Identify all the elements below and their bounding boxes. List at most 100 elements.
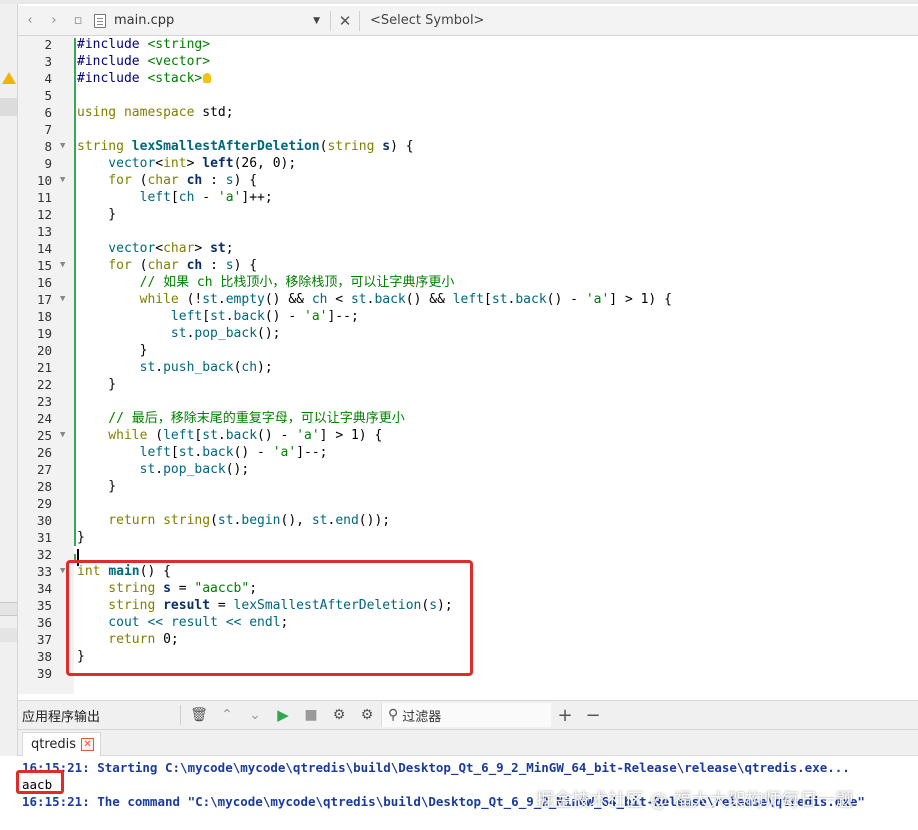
fold-toggle-icon[interactable]: ▼ (60, 291, 65, 308)
fold-toggle-icon[interactable]: ▼ (60, 172, 65, 189)
line-number: 21 (36, 360, 52, 375)
code-line[interactable]: 10 ▼ for (char ch : s) { (18, 172, 918, 189)
code-line[interactable]: 22 } (18, 376, 918, 393)
code-token: left (139, 445, 171, 460)
code-token: [ (170, 445, 179, 460)
code-token: char (163, 241, 195, 256)
code-token: () - (233, 445, 273, 460)
code-token: ch (186, 173, 203, 188)
open-file-selector[interactable]: main.cpp ▼ (90, 9, 326, 33)
splitter-handle[interactable] (0, 602, 17, 616)
code-token: ) { (233, 173, 258, 188)
line-number: 35 (36, 598, 52, 613)
run-play-icon[interactable]: ▶ (269, 702, 297, 728)
code-text: st.push_back(ch); (77, 359, 273, 376)
lightbulb-icon[interactable] (203, 73, 212, 83)
code-token: st (170, 326, 187, 341)
code-line[interactable]: 27 st.pop_back(); (18, 461, 918, 478)
code-token: [ (170, 190, 179, 205)
close-tab-icon[interactable]: ✕ (81, 738, 95, 751)
fold-toggle-icon[interactable]: ▼ (60, 257, 65, 274)
code-line[interactable]: 31} (18, 529, 918, 546)
code-token: push_back (163, 360, 234, 375)
lock-icon[interactable]: ▫ (66, 9, 90, 33)
forward-arrow-icon[interactable]: › (42, 9, 66, 33)
code-line[interactable]: 15 ▼ for (char ch : s) { (18, 257, 918, 274)
code-line[interactable]: 30 return string(st.begin(), st.end()); (18, 512, 918, 529)
mode-marker[interactable] (0, 98, 17, 116)
line-number: 7 (44, 122, 52, 137)
code-token: s (225, 173, 234, 188)
chevron-down-icon[interactable]: ⌄ (241, 702, 269, 728)
fold-toggle-icon[interactable]: ▼ (60, 563, 65, 580)
fold-toggle-icon[interactable]: ▼ (60, 427, 65, 444)
code-line[interactable]: 7 (18, 121, 918, 138)
code-line[interactable]: 19 st.pop_back(); (18, 325, 918, 342)
line-number: 38 (36, 649, 52, 664)
tab-label: qtredis (31, 737, 77, 752)
code-text: return string(st.begin(), st.end()); (77, 512, 390, 529)
code-line[interactable]: 14 vector<char> st; (18, 240, 918, 257)
code-token: [ (484, 292, 492, 307)
search-icon: ⚲ (388, 707, 399, 723)
code-line[interactable]: 3 #include <vector> (18, 53, 918, 70)
code-text: using namespace std; (77, 104, 234, 121)
fold-toggle-icon[interactable]: ▼ (60, 138, 65, 155)
code-token: left (452, 292, 485, 307)
zoom-out-icon[interactable]: − (579, 705, 607, 726)
code-token: empty (225, 292, 265, 307)
code-line[interactable]: 29 (18, 495, 918, 512)
code-token: string (327, 139, 383, 154)
annotation-box-main (66, 560, 473, 676)
code-line[interactable]: 20 } (18, 342, 918, 359)
code-line[interactable]: 4 #include <stack> (2, 70, 918, 87)
code-line[interactable]: 23 (18, 393, 918, 410)
filter-input[interactable]: ⚲ 过滤器 (381, 703, 551, 727)
code-token: ] > 1) { (609, 292, 672, 307)
code-line[interactable]: 12 } (18, 206, 918, 223)
line-number: 17 (36, 292, 52, 307)
line-number: 39 (36, 666, 52, 681)
line-number: 28 (36, 479, 52, 494)
code-line[interactable]: 16 // 如果 ch 比栈顶小，移除栈顶，可以让字典序更小 (18, 274, 918, 291)
chevron-down-icon[interactable]: ▼ (313, 16, 320, 26)
code-line[interactable]: 8 ▼ string lexSmallestAfterDeletion(string… (18, 138, 918, 155)
code-token: ) { (390, 139, 414, 154)
gear-icon[interactable]: ⚙ (353, 702, 381, 728)
code-line[interactable]: 6 using namespace std; (18, 104, 918, 121)
code-token: < (327, 292, 351, 307)
code-token: : (202, 173, 226, 188)
code-line[interactable]: 18 left[st.back() - 'a']--; (18, 308, 918, 325)
clear-trash-icon[interactable]: 🗑 (185, 702, 213, 728)
code-line[interactable]: 9 vector<int> left(26, 0); (18, 155, 918, 172)
warning-icon[interactable] (2, 72, 16, 84)
attach-debugger-icon[interactable]: ⚙ (325, 702, 353, 728)
code-line[interactable]: 2 #include <string> (18, 36, 918, 53)
code-token: } (77, 207, 117, 222)
code-line[interactable]: 25 ▼ while (left[st.back() - 'a'] > 1) { (18, 427, 918, 444)
stop-icon[interactable]: ■ (297, 702, 325, 728)
code-text: } (77, 206, 116, 223)
chevron-up-icon[interactable]: ⌃ (213, 702, 241, 728)
code-line[interactable]: 26 left[st.back() - 'a']--; (18, 444, 918, 461)
zoom-in-icon[interactable]: + (551, 705, 579, 726)
code-line[interactable]: 11 left[ch - 'a']++; (18, 189, 918, 206)
code-line[interactable]: 28 } (18, 478, 918, 495)
code-line[interactable]: 21 st.push_back(ch); (18, 359, 918, 376)
code-line[interactable]: 13 (18, 223, 918, 240)
code-line[interactable]: 24 // 最后，移除末尾的重复字母，可以让字典序更小 (18, 410, 918, 427)
back-arrow-icon[interactable]: ‹ (18, 9, 42, 33)
mode-marker-lower[interactable] (0, 628, 17, 642)
code-line[interactable]: 17 ▼ while (!st.empty() && ch < st.back()… (18, 291, 918, 308)
line-number: 24 (36, 411, 52, 426)
code-text: string lexSmallestAfterDeletion(string s… (77, 138, 414, 155)
tab-qtredis[interactable]: qtredis ✕ (22, 732, 102, 756)
close-file-icon[interactable]: ✕ (335, 12, 355, 30)
output-panel-header: 应用程序输出 🗑 ⌃ ⌄ ▶ ■ ⚙ ⚙ ⚲ 过滤器 + − (18, 700, 918, 730)
code-token: begin (241, 513, 281, 528)
code-token: st (311, 513, 328, 528)
symbol-selector[interactable]: <Select Symbol> (370, 13, 484, 28)
code-token: () - (264, 309, 304, 324)
code-line[interactable]: 5 (18, 87, 918, 104)
